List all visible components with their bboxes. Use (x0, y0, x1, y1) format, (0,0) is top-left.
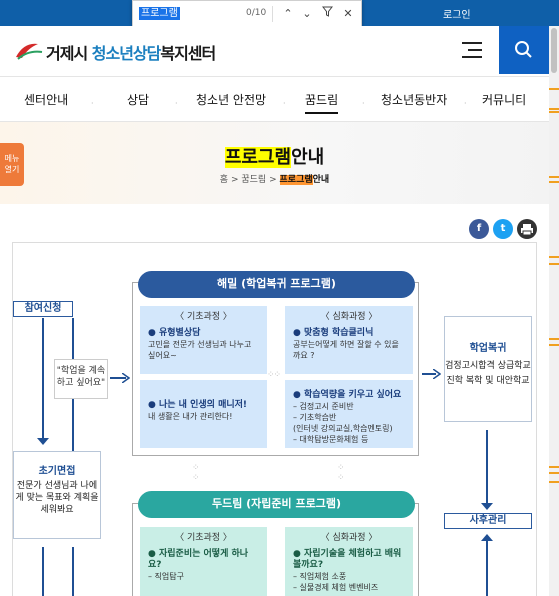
facebook-icon[interactable]: f (469, 219, 489, 239)
program-desc: – 실물경제 체험 벤벤비즈 (293, 583, 379, 592)
category-label: 〈 심화과정 〉 (320, 312, 378, 322)
program-title: ● 학습역량을 키우고 싶어요 (293, 390, 402, 400)
breadcrumb-current: 안내 (312, 175, 330, 185)
haemil-basic-2: ● 나는 내 인생의 매니저! 내 생활은 내가 관리한다! (140, 380, 267, 448)
connector-dots: ⁘⁘ (337, 463, 344, 483)
arrow-right-icon (433, 369, 441, 379)
nav-center-info[interactable]: 센터안내 (24, 91, 68, 108)
find-prev-icon[interactable]: ⌃ (278, 3, 298, 24)
logo-center: 청소년상담 (91, 44, 162, 63)
nav-safety-net[interactable]: 청소년 안전망 (196, 91, 266, 108)
nav-divider: · (362, 99, 365, 108)
breadcrumb-home[interactable]: 홈 (220, 175, 228, 185)
haemil-pill: 해밀 (학업복귀 프로그램) (138, 271, 415, 298)
interview-box: 초기면접 전문가 선생님과 나에게 맞는 목표와 계획을 세워봐요 (13, 451, 101, 539)
program-desc: 고민을 전문가 선생님과 나누고 싶어요~ (148, 340, 252, 360)
program-desc: – 대학탐방문화체험 등 (293, 435, 369, 444)
page: 로그인 프로그램 0/10 ⌃ ⌄ ✕ 거제시 청소년상담복지센터 센터안내 ·… (0, 0, 559, 596)
page-title-rest: 안내 (291, 147, 325, 168)
flow-line (486, 430, 488, 506)
main-navigation: 센터안내 · 상담 · 청소년 안전망 · 꿈드림 · 청소년동반자 · 커뮤니… (0, 76, 549, 122)
nav-dream[interactable]: 꿈드림 (305, 91, 339, 114)
nav-community[interactable]: 커뮤니티 (482, 91, 526, 108)
connector-dots: ⁘⁘ (267, 370, 281, 380)
find-divider (272, 6, 273, 22)
arrow-right-icon (122, 373, 130, 383)
nav-divider: · (464, 99, 467, 108)
find-filter-icon[interactable] (317, 3, 337, 24)
interview-title: 초기면접 (38, 466, 76, 477)
logo-welfare: 복지센터 (160, 44, 216, 63)
haemil-basic-1: 〈 기초과정 〉 ● 유형별상담 고민을 전문가 선생님과 나누고 싶어요~ (140, 306, 267, 374)
program-title: ● 나는 내 인생의 매니저! (148, 400, 248, 410)
return-box: 학업복귀 검정고시합격 상급학교 진학 복학 및 대안학교 (444, 316, 532, 422)
program-desc: – 검정고시 준비반 (293, 402, 354, 411)
arrow-down-icon (37, 438, 49, 445)
find-count: 0/10 (246, 8, 267, 18)
program-desc: 공부는어떻게 하면 잘할 수 있을까요 ? (293, 340, 399, 360)
flow-line (72, 547, 74, 596)
category-label: 〈 심화과정 〉 (320, 533, 378, 543)
site-logo[interactable]: 거제시 청소년상담복지센터 (46, 40, 216, 64)
dudream-advanced: 〈 심화과정 〉 ● 자립기술을 체험하고 배워 볼까요? – 직업체험 소풍 … (285, 527, 413, 596)
flow-line (72, 399, 74, 451)
flow-line (42, 318, 44, 442)
breadcrumb: 홈 > 꿈드림 > 프로그램안내 (0, 172, 549, 185)
scrollbar-thumb[interactable] (551, 28, 557, 73)
search-icon (515, 41, 532, 58)
breadcrumb-dream[interactable]: 꿈드림 (241, 175, 266, 185)
twitter-icon[interactable]: t (493, 219, 513, 239)
flow-line (42, 547, 44, 596)
print-icon[interactable] (517, 219, 537, 239)
arrow-up-icon (481, 534, 493, 541)
program-desc: 내 생활은 내가 관리한다! (148, 412, 233, 421)
breadcrumb-separator: > (269, 175, 277, 185)
flow-line (72, 318, 74, 362)
program-desc: – 직업체험 소풍 (293, 572, 347, 581)
return-desc: 검정고시합격 상급학교 진학 복학 및 대안학교 (445, 361, 531, 386)
program-title: ● 유형별상담 (148, 328, 201, 338)
nav-divider: · (175, 99, 178, 108)
logo-emblem-icon[interactable] (14, 40, 44, 66)
program-desc: – 직업탐구 (148, 572, 184, 581)
logo-city: 거제시 (46, 44, 88, 63)
hamburger-icon[interactable] (462, 42, 482, 58)
aftercare-box: 사후관리 (444, 513, 532, 529)
login-link[interactable]: 로그인 (443, 6, 471, 21)
nav-divider: · (283, 99, 286, 108)
program-title: ● 맞춤형 학습클리닉 (293, 328, 374, 338)
breadcrumb-separator: > (230, 175, 239, 185)
dudream-pill: 두드림 (자립준비 프로그램) (138, 491, 415, 518)
haemil-advanced-2: ● 학습역량을 키우고 싶어요 – 검정고시 준비반 – 기초학습반 (인터넷 … (285, 380, 413, 448)
dudream-basic: 〈 기초과정 〉 ● 자립준비는 어떻게 하나요? – 직업탐구 (140, 527, 267, 596)
find-in-page-bar: 프로그램 0/10 ⌃ ⌄ ✕ (132, 0, 362, 27)
program-desc: (인터넷 강의교실,학습멘토링) (293, 424, 393, 433)
flow-line (486, 538, 488, 596)
program-title: ● 자립기술을 체험하고 배워 볼까요? (293, 549, 402, 570)
interview-desc: 전문가 선생님과 나에게 맞는 목표와 계획을 세워봐요 (15, 481, 99, 515)
program-title: ● 자립준비는 어떻게 하나요? (148, 549, 249, 570)
category-label: 〈 기초과정 〉 (175, 312, 232, 322)
program-desc: – 기초학습반 (293, 413, 337, 422)
haemil-advanced-1: 〈 심화과정 〉 ● 맞춤형 학습클리닉 공부는어떻게 하면 잘할 수 있을까요… (285, 306, 413, 374)
nav-companion[interactable]: 청소년동반자 (381, 91, 447, 108)
connector-dots: ⁘⁘ (192, 463, 199, 483)
search-button[interactable] (499, 26, 549, 74)
page-title: 프로그램안내 (0, 143, 549, 169)
find-next-icon[interactable]: ⌄ (297, 3, 317, 24)
apply-box: 참여신청 (13, 301, 73, 317)
nav-divider: · (91, 99, 94, 108)
quote-box: "학업을 계속 하고 싶어요" (54, 359, 108, 399)
arrow-down-icon (481, 503, 493, 510)
breadcrumb-current-highlight: 프로그램 (279, 175, 313, 185)
find-close-icon[interactable]: ✕ (338, 3, 358, 24)
nav-counseling[interactable]: 상담 (127, 91, 149, 108)
return-title: 학업복귀 (469, 343, 507, 354)
find-input[interactable]: 프로그램 (139, 7, 180, 20)
page-title-highlight: 프로그램 (224, 147, 292, 168)
category-label: 〈 기초과정 〉 (175, 533, 232, 543)
